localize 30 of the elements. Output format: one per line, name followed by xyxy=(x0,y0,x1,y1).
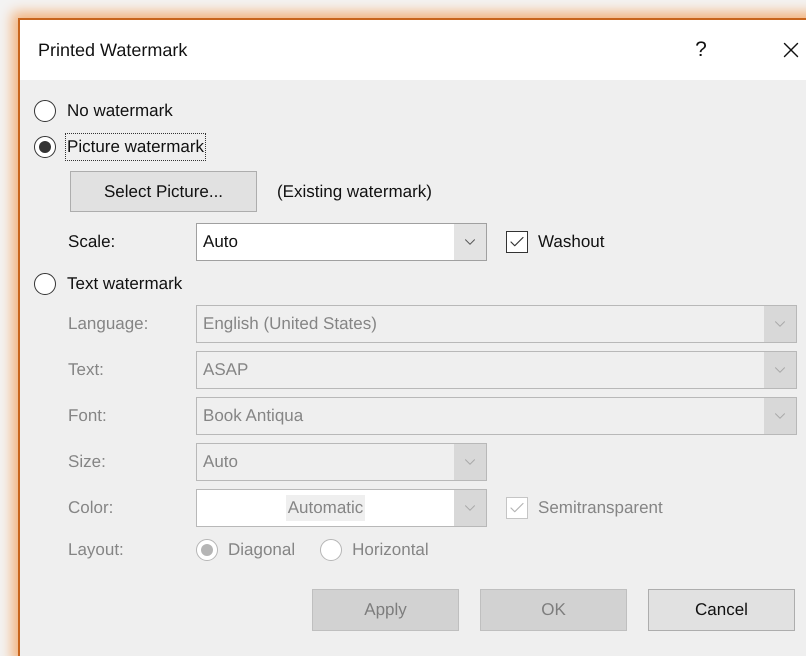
field-label: Color: xyxy=(67,497,114,520)
help-button[interactable]: ? xyxy=(676,30,726,70)
existing-watermark-note: (Existing watermark) xyxy=(277,180,432,203)
field-label: Text: xyxy=(67,359,105,382)
chevron-down-icon xyxy=(454,444,486,480)
radio-button[interactable] xyxy=(34,273,56,295)
field-label: Scale: xyxy=(67,231,116,254)
field-label: Language: xyxy=(67,313,150,336)
radio-button[interactable] xyxy=(34,100,56,122)
radio-label: Picture watermark xyxy=(66,134,205,160)
radio-label: Horizontal xyxy=(352,539,429,562)
radio-button[interactable] xyxy=(34,136,56,158)
radio-label: No watermark xyxy=(66,100,174,122)
chevron-down-icon xyxy=(454,224,486,260)
select-picture-button[interactable]: Select Picture... xyxy=(70,171,257,212)
radio-label: Text watermark xyxy=(66,273,184,296)
chevron-down-icon xyxy=(764,352,796,388)
dropdown[interactable]: Auto xyxy=(196,223,487,261)
checkbox[interactable] xyxy=(506,231,528,253)
field-label: Font: xyxy=(67,405,108,428)
radio-label: Diagonal xyxy=(228,539,296,562)
dialog-button[interactable]: Cancel xyxy=(648,589,795,631)
chevron-down-icon xyxy=(764,306,796,342)
checkbox-label: Semitransparent xyxy=(538,497,663,520)
field-label: Layout: xyxy=(67,539,125,562)
field-label: Size: xyxy=(67,451,107,474)
chevron-down-icon xyxy=(454,490,486,526)
checkbox-label: Washout xyxy=(538,231,604,254)
window-title: Printed Watermark xyxy=(38,38,188,62)
chevron-down-icon xyxy=(764,398,796,434)
